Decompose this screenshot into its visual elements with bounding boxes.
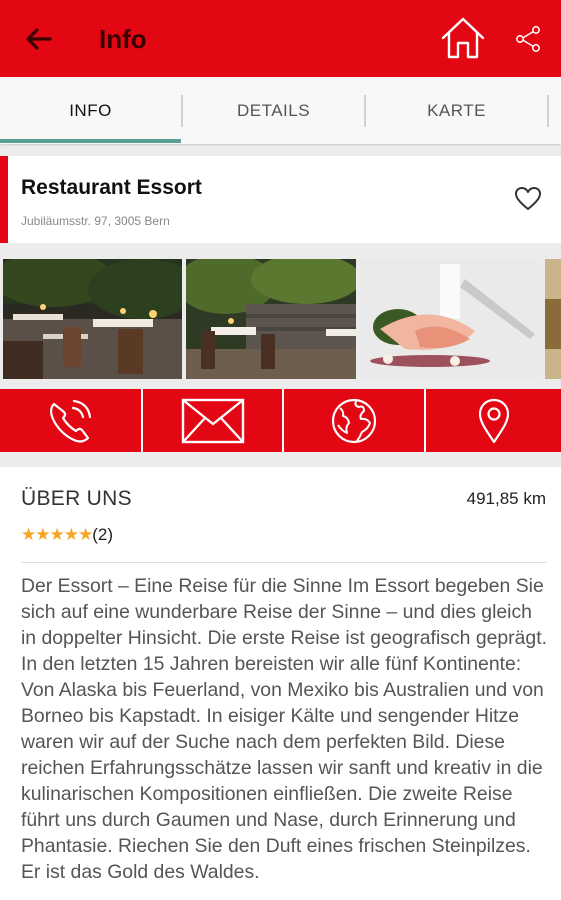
- website-button[interactable]: [284, 389, 424, 452]
- photo-gallery[interactable]: [0, 259, 561, 379]
- back-arrow-icon[interactable]: [22, 22, 56, 56]
- tab-bar: INFO DETAILS KARTE: [0, 77, 561, 144]
- distance-label: 491,85 km: [466, 489, 546, 508]
- rating-count: (2): [92, 525, 113, 544]
- gallery-photo-garden-table[interactable]: [186, 259, 356, 379]
- about-heading: ÜBER UNS: [21, 487, 132, 510]
- restaurant-name: Restaurant Essort: [21, 176, 202, 199]
- about-description: Der Essort – Eine Reise für die Sinne Im…: [21, 575, 547, 883]
- gallery-photo-dish[interactable]: [360, 259, 542, 379]
- about-section: ÜBER UNS 491,85 km ★★★★★(2) Der Essort –…: [0, 467, 561, 900]
- globe-icon: [331, 398, 377, 443]
- tab-divider: [547, 95, 549, 127]
- gallery-photo-terrace-evening[interactable]: [3, 259, 182, 379]
- restaurant-header-card: Restaurant Essort Jubiläumsstr. 97, 3005…: [0, 156, 561, 243]
- tab-karte[interactable]: KARTE: [366, 77, 547, 144]
- rating: ★★★★★(2): [21, 525, 113, 545]
- share-icon[interactable]: [513, 24, 543, 54]
- mail-icon: [181, 398, 244, 443]
- app-bar: Info: [0, 0, 561, 77]
- phone-icon: [49, 399, 91, 443]
- tab-details[interactable]: DETAILS: [183, 77, 364, 144]
- location-pin-icon: [478, 398, 509, 443]
- contact-action-bar: [0, 389, 561, 452]
- gallery-photo-partial[interactable]: [545, 259, 561, 379]
- email-button[interactable]: [143, 389, 282, 452]
- rating-stars: ★★★★★: [21, 525, 93, 544]
- active-tab-indicator: [0, 139, 181, 143]
- section-divider: [21, 562, 547, 563]
- call-button[interactable]: [0, 389, 141, 452]
- page-title: Info: [99, 24, 147, 54]
- home-icon[interactable]: [440, 16, 486, 60]
- restaurant-address: Jubiläumsstr. 97, 3005 Bern: [21, 214, 170, 228]
- location-button[interactable]: [426, 389, 561, 452]
- heart-icon[interactable]: [513, 184, 543, 214]
- tab-info[interactable]: INFO: [0, 77, 181, 144]
- card-accent-bar: [0, 156, 8, 243]
